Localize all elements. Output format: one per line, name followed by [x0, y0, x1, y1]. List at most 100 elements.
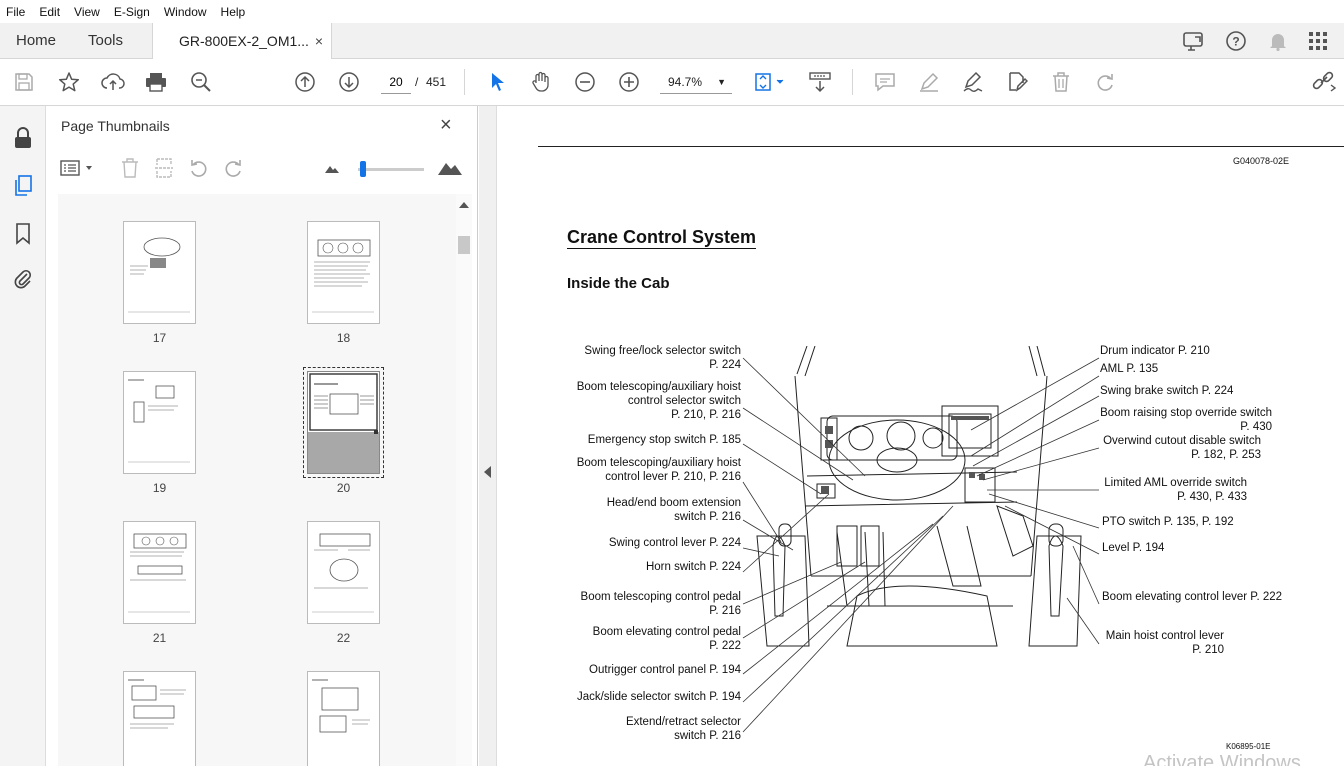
activate-windows-watermark: Activate Windows — [1143, 752, 1301, 766]
tab-tools[interactable]: Tools — [88, 23, 123, 59]
tab-document-label: GR-800EX-2_OM1... — [179, 33, 309, 49]
rotate-right-icon[interactable] — [221, 156, 245, 180]
callout-boom-telescoping-pedal: Boom telescoping control pedal P. 216 — [580, 591, 741, 617]
leader-lines — [742, 357, 1100, 733]
next-page-icon[interactable] — [336, 70, 362, 94]
page-number-input[interactable] — [381, 70, 411, 94]
callout-aml: AML P. 135 — [1100, 363, 1159, 375]
main-toolbar: / 451 94.7% ▼ — [0, 59, 1344, 106]
scrollbar-thumb[interactable] — [458, 236, 470, 254]
tab-bar: Home Tools GR-800EX-2_OM1... × ? — [0, 23, 1344, 60]
thumbnail-toolbar — [46, 148, 478, 192]
bookmarks-icon[interactable] — [11, 222, 35, 246]
large-thumbnail-icon[interactable] — [436, 154, 464, 180]
callout-boom-elevating-lever: Boom elevating control lever P. 222 — [1102, 591, 1283, 603]
slider-handle[interactable] — [360, 161, 366, 177]
callout-emergency-stop: Emergency stop switch P. 185 — [587, 434, 741, 446]
thumbnail-scrollbar[interactable] — [456, 194, 472, 766]
share-screen-icon[interactable] — [1182, 29, 1206, 53]
callout-swing-free-lock-switch: Swing free/lock selector switch P. 224 — [584, 345, 741, 371]
document-code: G040078-02E — [1233, 156, 1290, 166]
notification-bell-icon[interactable] — [1266, 29, 1290, 53]
small-thumbnail-icon[interactable] — [322, 158, 342, 178]
panel-title: Page Thumbnails — [61, 118, 170, 134]
menu-help[interactable]: Help — [221, 5, 246, 19]
zoom-level-dropdown[interactable]: 94.7% ▼ — [660, 70, 732, 94]
callout-drum-indicator: Drum indicator P. 210 — [1100, 345, 1210, 357]
thumbnail-label: 18 — [336, 331, 351, 345]
scroll-mode-icon[interactable] — [806, 70, 834, 94]
thumbnail-options-icon[interactable] — [60, 156, 96, 180]
thumbnail-label: 22 — [336, 631, 351, 645]
hand-tool-icon[interactable] — [528, 70, 554, 94]
callout-outrigger-panel: Outrigger control panel P. 194 — [589, 664, 741, 676]
callout-overwind-cutout: Overwind cutout disable switch P. 182, P.… — [1103, 435, 1261, 461]
navigation-rail — [0, 106, 46, 766]
callout-extend-retract-switch: Extend/retract selector switch P. 216 — [625, 716, 741, 742]
thumbnail-page-23[interactable] — [123, 671, 196, 766]
page-header-rule — [538, 146, 1344, 147]
callout-boom-telescoping-selector: Boom telescoping/auxiliary hoist control … — [576, 381, 741, 421]
close-icon[interactable]: × — [440, 114, 452, 137]
zoom-search-icon[interactable] — [188, 70, 214, 94]
thumbnail-page-19[interactable] — [123, 371, 196, 474]
print-icon[interactable] — [143, 70, 169, 94]
attachments-icon[interactable] — [11, 266, 35, 290]
redo-icon[interactable] — [1092, 70, 1118, 94]
thumbnail-page-18[interactable] — [307, 221, 380, 324]
tab-home[interactable]: Home — [16, 23, 56, 59]
thumbnail-size-slider[interactable] — [358, 161, 424, 177]
thumbnail-page-22[interactable] — [307, 521, 380, 624]
help-icon[interactable]: ? — [1224, 29, 1248, 53]
bookmark-star-icon[interactable] — [56, 70, 82, 94]
previous-page-icon[interactable] — [292, 70, 318, 94]
panel-collapse-bar[interactable] — [479, 106, 497, 766]
callout-swing-brake-switch: Swing brake switch P. 224 — [1100, 385, 1234, 397]
rotate-left-icon[interactable] — [187, 156, 211, 180]
collapse-arrow-icon[interactable] — [484, 466, 491, 478]
zoom-in-icon[interactable] — [616, 70, 642, 94]
tab-close-icon[interactable]: × — [315, 23, 323, 59]
thumbnail-page-24[interactable] — [307, 671, 380, 766]
callout-main-hoist-lever: Main hoist control lever P. 210 — [1105, 630, 1224, 656]
zoom-out-icon[interactable] — [572, 70, 598, 94]
svg-text:?: ? — [1232, 35, 1239, 49]
fit-page-icon[interactable] — [752, 70, 788, 94]
save-icon[interactable] — [12, 70, 36, 94]
extract-pages-icon[interactable] — [152, 156, 176, 180]
apps-grid-icon[interactable] — [1306, 29, 1330, 53]
draw-sign-icon[interactable] — [960, 70, 986, 94]
menu-esign[interactable]: E-Sign — [114, 5, 150, 19]
callout-boom-elevating-pedal: Boom elevating control pedal P. 222 — [592, 626, 741, 652]
page-thumbnails-icon[interactable] — [11, 174, 35, 198]
callout-swing-control-lever: Swing control lever P. 224 — [608, 537, 741, 549]
select-cursor-icon[interactable] — [486, 70, 510, 94]
thumbnail-page-17[interactable] — [123, 221, 196, 324]
share-link-icon[interactable] — [1310, 70, 1338, 94]
thumbnail-list: 17 18 19 20 21 22 — [58, 194, 456, 766]
scroll-up-icon[interactable] — [459, 202, 469, 208]
comment-icon[interactable] — [872, 70, 898, 94]
thumbnail-page-20-selected[interactable] — [303, 367, 384, 478]
edit-pdf-icon[interactable] — [1004, 70, 1030, 94]
callout-boom-telescoping-lever: Boom telescoping/auxiliary hoist control … — [576, 457, 741, 483]
thumbnail-label: 17 — [152, 331, 167, 345]
tab-document[interactable]: GR-800EX-2_OM1... × — [152, 23, 332, 60]
upload-cloud-icon[interactable] — [100, 70, 126, 94]
menu-edit[interactable]: Edit — [39, 5, 60, 19]
thumbnail-page-21[interactable] — [123, 521, 196, 624]
page-separator: / — [415, 75, 419, 89]
delete-trash-icon[interactable] — [1048, 70, 1074, 94]
menu-window[interactable]: Window — [164, 5, 207, 19]
section-heading: Inside the Cab — [567, 275, 670, 292]
menu-view[interactable]: View — [74, 5, 100, 19]
highlight-pen-icon[interactable] — [916, 70, 942, 94]
callout-boom-raising-stop-override: Boom raising stop override switch P. 430 — [1100, 407, 1272, 433]
callout-horn-switch: Horn switch P. 224 — [645, 561, 741, 573]
thumbnail-label: 20 — [336, 481, 351, 495]
lock-icon[interactable] — [11, 126, 35, 150]
delete-page-icon[interactable] — [118, 156, 142, 180]
callout-level: Level P. 194 — [1102, 542, 1165, 554]
chevron-down-icon: ▼ — [717, 77, 726, 87]
menu-file[interactable]: File — [6, 5, 25, 19]
